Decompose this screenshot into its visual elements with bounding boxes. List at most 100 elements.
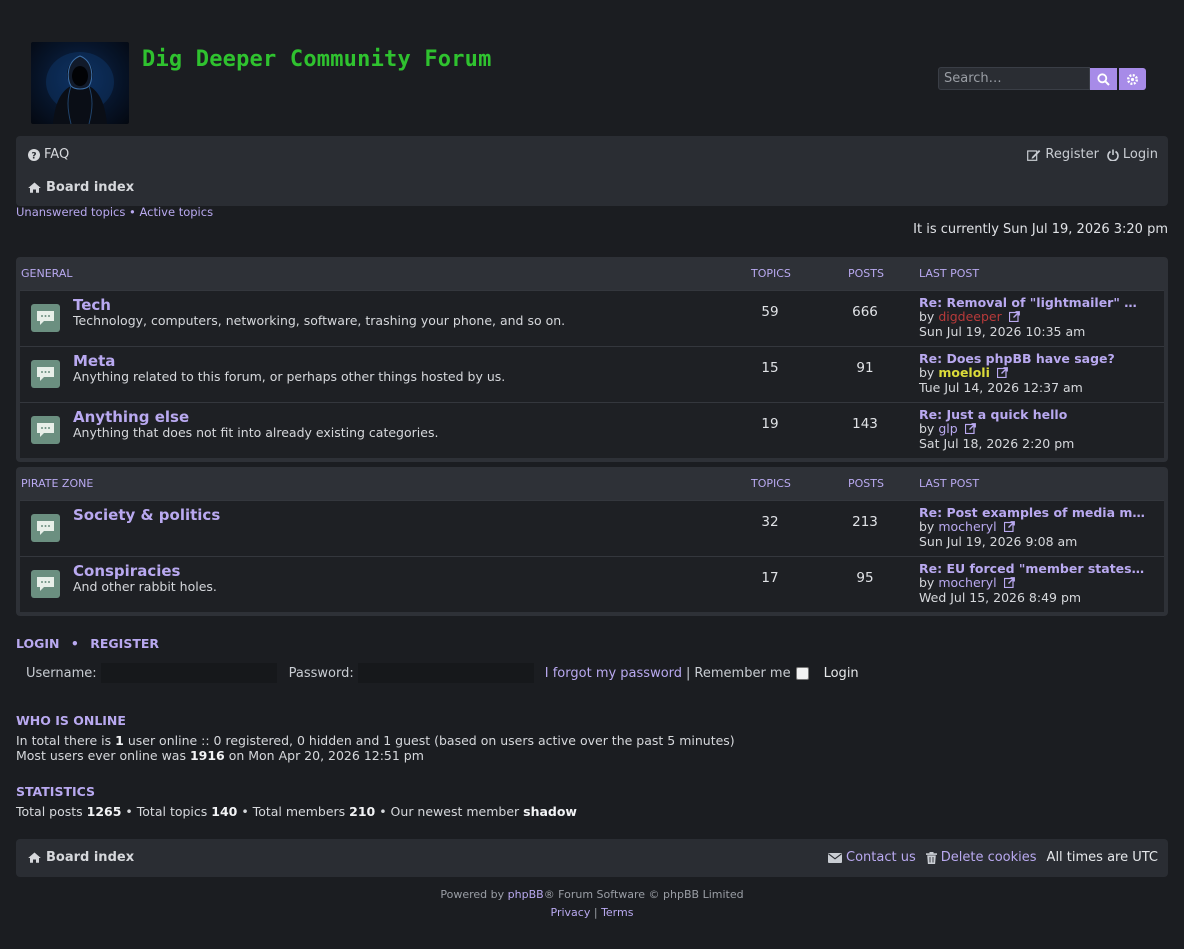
quick-login-form: Username: Password: I forgot my password…	[26, 663, 859, 683]
last-post-title[interactable]: Re: Does phpBB have sage?	[919, 352, 1149, 366]
active-topics-link[interactable]: Active topics	[139, 205, 213, 219]
phpbb-link[interactable]: phpBB	[508, 888, 544, 901]
total-members: 210	[349, 804, 376, 819]
last-post-title[interactable]: Re: Removal of "lightmailer" …	[919, 296, 1149, 310]
question-circle-icon: ?	[28, 148, 40, 161]
advanced-search-button[interactable]	[1119, 68, 1146, 90]
last-post-author[interactable]: moeloli	[938, 365, 990, 380]
last-post-column-header: LAST POST	[919, 267, 980, 280]
view-latest-post-icon[interactable]	[1003, 520, 1015, 535]
statistics-line: Total posts 1265 • Total topics 140 • To…	[16, 804, 577, 819]
privacy-terms: Privacy | Terms	[0, 906, 1184, 919]
faq-link[interactable]: ? FAQ	[28, 147, 69, 162]
last-post: Re: Just a quick hello by glp Sat Jul 18…	[919, 408, 1159, 451]
who-is-online-heading[interactable]: WHO IS ONLINE	[16, 713, 126, 728]
forum-title[interactable]: Meta	[73, 352, 115, 370]
category-general: GENERAL TOPICS POSTS LAST POST Tech Tech…	[16, 257, 1168, 462]
login-heading-link[interactable]: LOGIN	[16, 636, 60, 651]
stat-label: • Total topics	[121, 804, 212, 819]
unanswered-topics-link[interactable]: Unanswered topics	[16, 205, 125, 219]
last-post-title[interactable]: Re: EU forced "member states"…	[919, 562, 1149, 576]
last-post-author[interactable]: mocheryl	[938, 519, 996, 534]
forum-description: And other rabbit holes.	[73, 579, 217, 594]
contact-us-link[interactable]: Contact us	[828, 850, 916, 865]
forum-description: Anything related to this forum, or perha…	[73, 369, 506, 384]
powered-text: ® Forum Software © phpBB Limited	[543, 888, 744, 901]
last-post-author[interactable]: digdeeper	[938, 309, 1001, 324]
record-text: on Mon Apr 20, 2026 12:51 pm	[224, 748, 424, 763]
topics-column-header: TOPICS	[751, 477, 791, 490]
home-icon	[28, 852, 41, 863]
topics-column-header: TOPICS	[751, 267, 791, 280]
record-count: 1916	[189, 748, 225, 763]
view-latest-post-icon[interactable]	[996, 366, 1008, 381]
last-post: Re: Does phpBB have sage? by moeloli Tue…	[919, 352, 1159, 395]
footer-board-index-link[interactable]: Board index	[28, 850, 134, 865]
last-post: Re: EU forced "member states"… by mocher…	[919, 562, 1159, 605]
forum-read-icon	[31, 570, 60, 598]
search-button[interactable]	[1090, 68, 1117, 90]
newest-member-link[interactable]: shadow	[523, 804, 577, 819]
register-heading-link[interactable]: REGISTER	[90, 636, 159, 651]
envelope-icon	[828, 852, 842, 863]
view-latest-post-icon[interactable]	[1008, 310, 1020, 325]
forum-title[interactable]: Conspiracies	[73, 562, 180, 580]
trash-icon	[925, 851, 937, 864]
site-logo[interactable]	[31, 42, 129, 124]
privacy-link[interactable]: Privacy	[551, 906, 591, 919]
posts-count: 95	[856, 570, 874, 586]
svg-text:?: ?	[31, 151, 36, 161]
forum-read-icon	[31, 416, 60, 444]
online-summary: In total there is 1 user online :: 0 reg…	[16, 733, 735, 748]
site-header: Dig Deeper Community Forum	[0, 0, 1184, 136]
record-text: Most users ever online was	[16, 748, 190, 763]
gear-icon	[1126, 73, 1139, 85]
category-pirate-zone: PIRATE ZONE TOPICS POSTS LAST POST Socie…	[16, 467, 1168, 616]
topics-count: 32	[761, 514, 779, 530]
login-link[interactable]: Login	[1107, 147, 1158, 162]
forum-title[interactable]: Tech	[73, 296, 111, 314]
delete-cookies-link[interactable]: Delete cookies	[925, 850, 1037, 865]
forum-read-icon	[31, 360, 60, 388]
forum-description: Anything that does not fit into already …	[73, 425, 439, 440]
login-submit-button[interactable]: Login	[824, 666, 859, 681]
terms-link[interactable]: Terms	[601, 906, 633, 919]
category-link[interactable]: PIRATE ZONE	[21, 477, 93, 490]
topics-count: 17	[761, 570, 779, 586]
category-link[interactable]: GENERAL	[21, 267, 73, 280]
posts-count: 666	[852, 304, 878, 320]
posts-column-header: POSTS	[848, 477, 884, 490]
separator: |	[593, 906, 598, 919]
posts-count: 143	[852, 416, 878, 432]
last-post-title[interactable]: Re: Just a quick hello	[919, 408, 1149, 422]
forgot-password-link[interactable]: I forgot my password	[545, 666, 682, 681]
forum-row-anything-else: Anything else Anything that does not fit…	[20, 402, 1164, 458]
forum-read-icon	[31, 514, 60, 542]
home-icon	[28, 182, 41, 193]
forum-title[interactable]: Society & politics	[73, 506, 220, 524]
last-post-author[interactable]: mocheryl	[938, 575, 996, 590]
forum-title[interactable]: Anything else	[73, 408, 189, 426]
by-label: by	[919, 575, 935, 590]
search-input[interactable]	[938, 67, 1090, 90]
last-post-title[interactable]: Re: Post examples of media ma…	[919, 506, 1149, 520]
remember-me-checkbox[interactable]	[795, 666, 809, 680]
forum-description: Technology, computers, networking, softw…	[73, 313, 566, 328]
last-post-column-header: LAST POST	[919, 477, 980, 490]
password-field[interactable]	[357, 663, 534, 683]
topics-count: 59	[761, 304, 779, 320]
last-post-author[interactable]: glp	[938, 421, 957, 436]
last-post-date: Sun Jul 19, 2026 10:35 am	[919, 323, 1086, 339]
username-field[interactable]	[100, 663, 277, 683]
board-index-link[interactable]: Board index	[28, 180, 134, 195]
online-record: Most users ever online was 1916 on Mon A…	[16, 748, 424, 763]
nav-bar: ? FAQ Register Login Board index	[16, 136, 1168, 206]
topics-count: 19	[761, 416, 779, 432]
current-time: It is currently Sun Jul 19, 2026 3:20 pm	[913, 222, 1168, 237]
footer-board-index-label: Board index	[46, 850, 135, 865]
view-latest-post-icon[interactable]	[1003, 576, 1015, 591]
site-title[interactable]: Dig Deeper Community Forum	[142, 47, 492, 72]
forum-read-icon	[31, 304, 60, 332]
view-latest-post-icon[interactable]	[964, 422, 976, 437]
register-link[interactable]: Register	[1027, 147, 1099, 162]
